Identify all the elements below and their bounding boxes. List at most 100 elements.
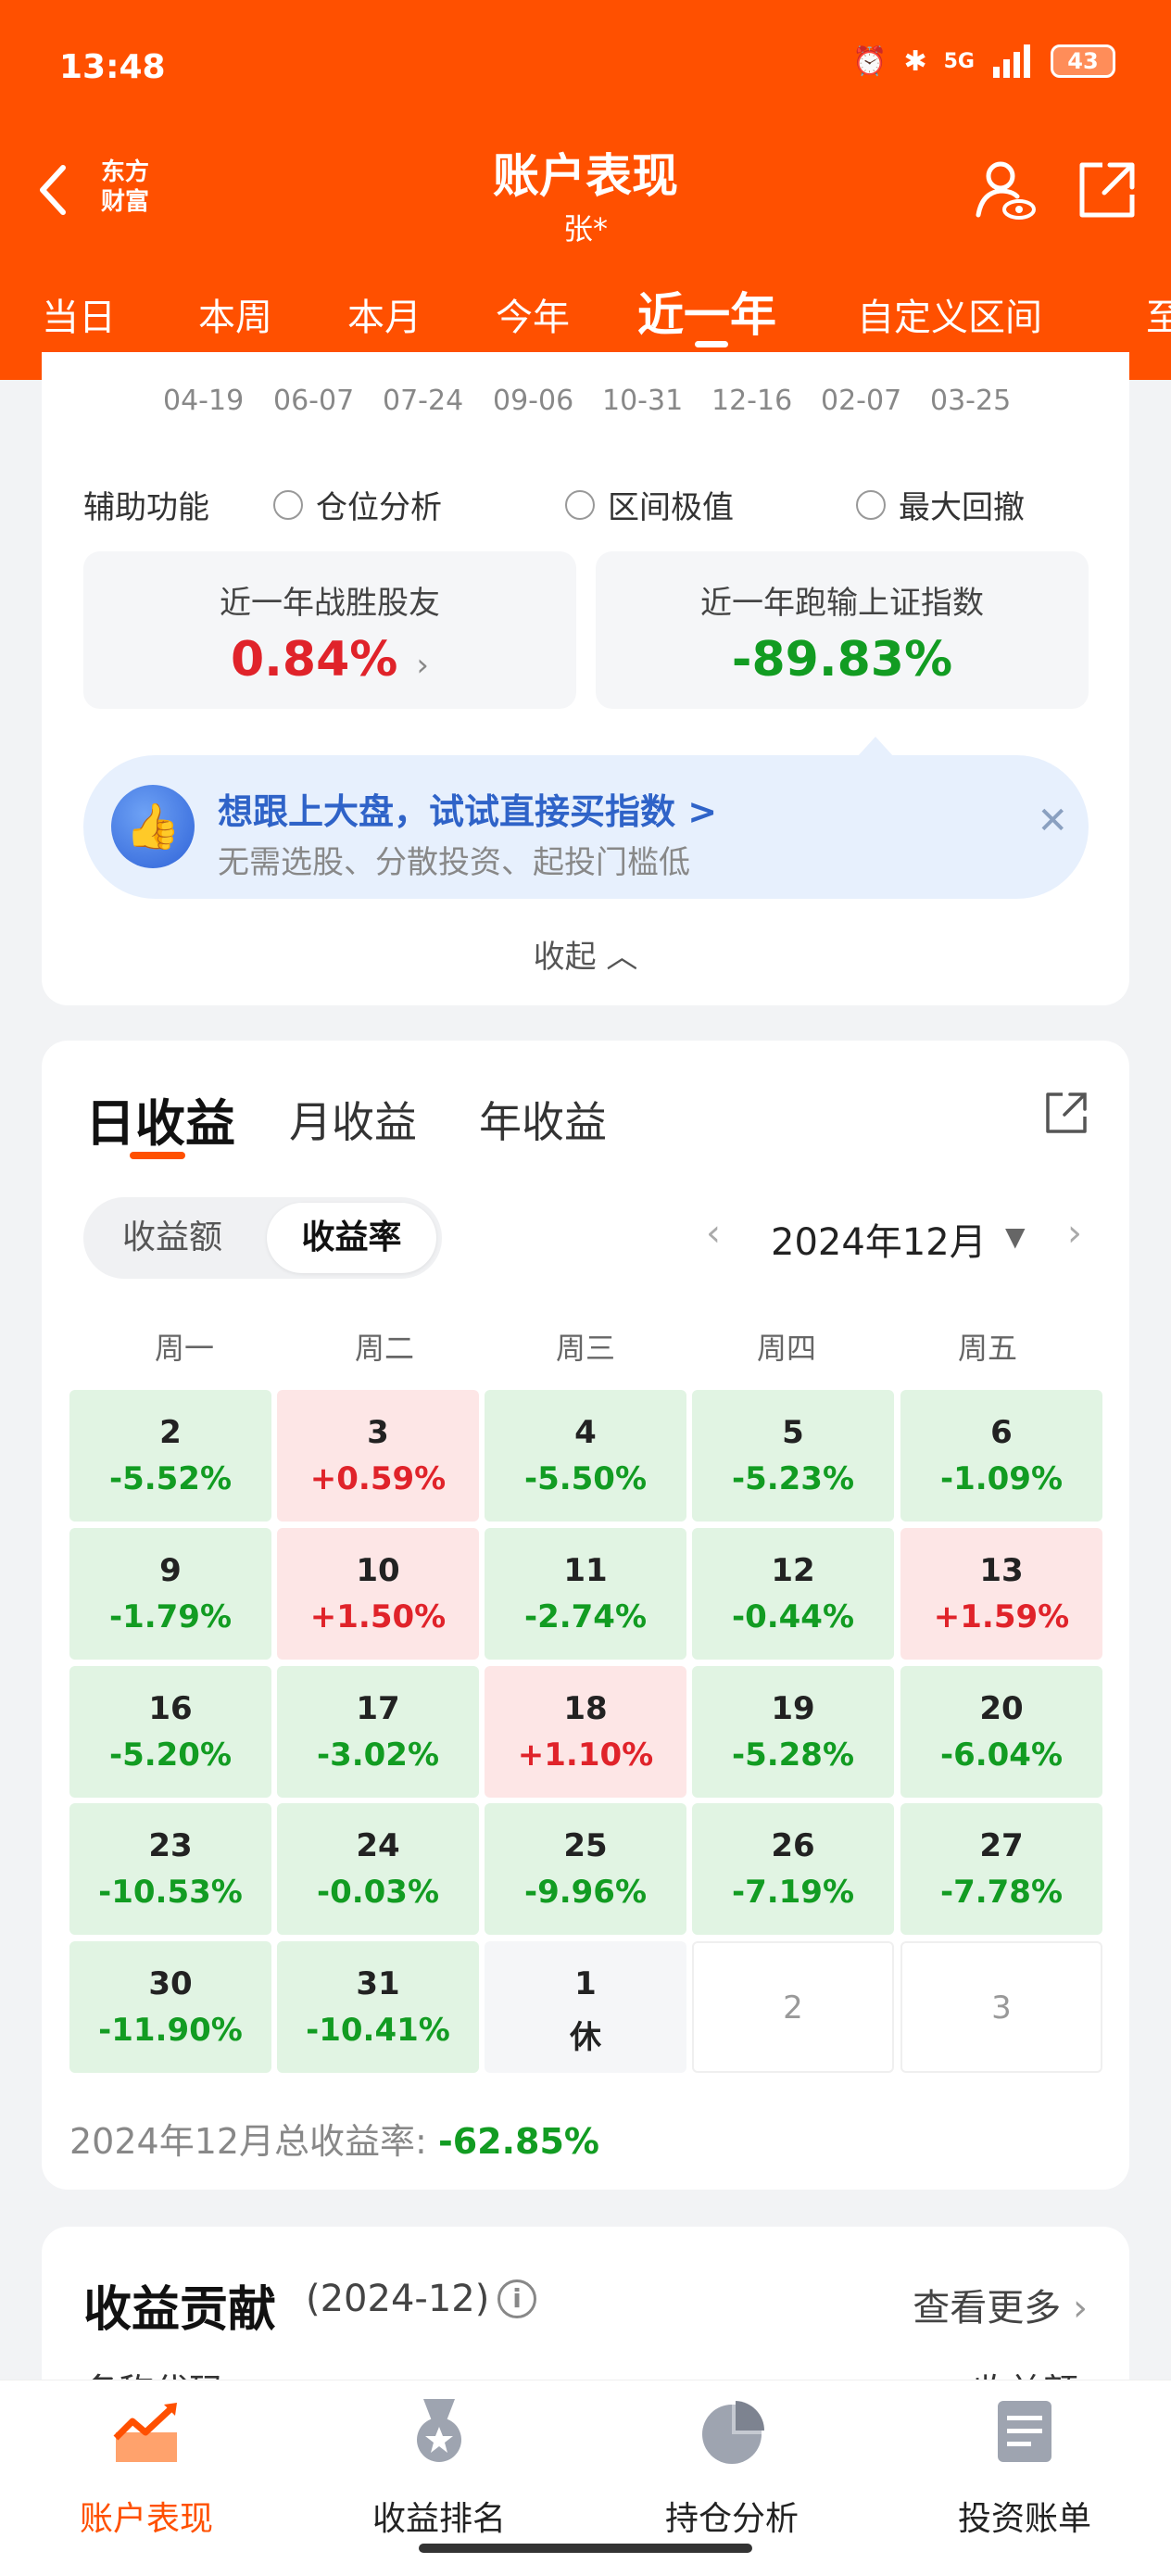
home-indicator[interactable] [419,2544,752,2553]
calendar-day-cell[interactable]: 4 -5.50% [485,1390,686,1522]
tab-daily-returns[interactable]: 日收益 [85,1082,235,1155]
view-more-label: 查看更多 [913,2287,1062,2330]
toggle-amount[interactable]: 收益额 [89,1203,256,1273]
date-tick: 09-06 [493,385,574,417]
calendar-day-cell[interactable]: 2 -5.52% [69,1390,271,1522]
promo-title[interactable]: 想跟上大盘，试试直接买指数 > [218,783,717,834]
network-label: 5G [943,49,975,73]
calendar-day-cell[interactable]: 19 -5.28% [692,1666,894,1798]
calendar-day-number: 2 [159,1414,182,1451]
chevron-right-icon: › [1073,2287,1088,2330]
calendar-day-number: 5 [782,1414,804,1451]
weekday-label: 周五 [957,1331,1017,1366]
index-promo-banner[interactable]: 👍 想跟上大盘，试试直接买指数 > 无需选股、分散投资、起投门槛低 ✕ [83,755,1089,899]
alarm-icon: ⏰ [852,44,888,78]
calendar-day-number: 4 [574,1414,597,1451]
calendar-day-number: 30 [148,1965,193,2002]
share-out-icon[interactable] [1075,158,1140,222]
tab-today[interactable]: 当日 [42,287,116,341]
calendar-day-return: -0.03% [316,1874,440,1911]
month-selector[interactable]: 2024年12月 [771,1212,987,1266]
toggle-rate[interactable]: 收益率 [267,1203,436,1273]
info-icon[interactable]: i [497,2279,536,2318]
prev-month-icon[interactable]: ‹ [706,1212,721,1255]
tab-overflow[interactable]: 至 [1146,287,1171,341]
radio-max-drawdown[interactable]: 最大回撤 [856,482,1025,527]
calendar-day-return: -1.79% [108,1598,233,1635]
view-more-link[interactable]: 查看更多 › [913,2278,1088,2331]
calendar-day-cell[interactable]: 17 -3.02% [277,1666,479,1798]
radio-label: 区间极值 [608,489,734,526]
calendar-day-return: -10.53% [98,1874,243,1911]
tab-month[interactable]: 本月 [347,287,422,341]
nav-label: 持仓分析 [664,2500,799,2538]
beat-peers-value: 0.84% [230,632,398,688]
date-tick: 07-24 [383,385,464,417]
calendar-day-cell[interactable]: 5 -5.23% [692,1390,894,1522]
calendar-day-cell[interactable]: 26 -7.19% [692,1803,894,1935]
vs-index-box: 近一年跑输上证指数 -89.83% [596,551,1089,709]
nav-label: 投资账单 [957,2500,1091,2538]
calendar-day-return: -9.96% [523,1874,648,1911]
calendar-day-return: -5.52% [108,1460,233,1497]
date-tick: 02-07 [821,385,902,417]
calendar-day-number: 24 [356,1827,400,1864]
radio-range-extreme[interactable]: 区间极值 [565,482,734,527]
tab-custom-range[interactable]: 自定义区间 [857,287,1042,341]
next-month-icon[interactable]: › [1067,1212,1082,1255]
tab-ytd[interactable]: 今年 [496,287,570,341]
calendar-day-cell[interactable]: 6 -1.09% [900,1390,1102,1522]
date-tick: 03-25 [930,385,1012,417]
calendar-day-cell[interactable]: 9 -1.79% [69,1528,271,1660]
date-tick: 06-07 [273,385,355,417]
calendar-day-cell[interactable]: 12 -0.44% [692,1528,894,1660]
calendar-day-cell: 2 [692,1941,894,2073]
date-tick: 04-19 [163,385,245,417]
calendar-day-return: -10.41% [306,2012,450,2049]
tab-week[interactable]: 本周 [198,287,272,341]
trend-chart-icon [113,2403,177,2462]
nav-investment-statement[interactable]: 投资账单 [878,2380,1171,2576]
calendar-day-cell[interactable]: 30 -11.90% [69,1941,271,2073]
collapse-button[interactable]: 收起 ︿ [0,931,1171,977]
calendar-day-return: -11.90% [98,2012,243,2049]
calendar-day-cell[interactable]: 23 -10.53% [69,1803,271,1935]
calendar-day-number: 27 [979,1827,1024,1864]
contribution-title: 收益贡献 [83,2282,277,2338]
privacy-eye-icon[interactable] [973,158,1038,222]
tab-last-year[interactable]: 近一年 [637,278,776,345]
share-icon[interactable] [1042,1089,1090,1137]
tab-yearly-returns[interactable]: 年收益 [479,1089,607,1150]
calendar-day-cell[interactable]: 10 +1.50% [277,1528,479,1660]
calendar-day-cell[interactable]: 1休 [485,1941,686,2073]
calendar-day-return: -3.02% [316,1736,440,1774]
calendar-day-number: 26 [771,1827,815,1864]
nav-account-performance[interactable]: 账户表现 [0,2380,293,2576]
month-total-return: 2024年12月总收益率: -62.85% [69,2113,599,2164]
calendar-day-number: 3 [991,1989,1012,2027]
dropdown-caret-icon[interactable]: ▼ [1005,1221,1026,1252]
calendar-day-cell[interactable]: 13 +1.59% [900,1528,1102,1660]
close-icon[interactable]: ✕ [1037,800,1068,842]
radio-position-analysis[interactable]: 仓位分析 [273,482,442,527]
calendar-day-number: 3 [367,1414,389,1451]
calendar-day-cell[interactable]: 18 +1.10% [485,1666,686,1798]
calendar-day-number: 11 [563,1552,608,1589]
calendar-day-cell[interactable]: 20 -6.04% [900,1666,1102,1798]
amount-rate-toggle: 收益额 收益率 [83,1197,442,1279]
beat-peers-box[interactable]: 近一年战胜股友 0.84% › [83,551,576,709]
calendar-day-cell[interactable]: 11 -2.74% [485,1528,686,1660]
calendar-day-number: 31 [356,1965,400,2002]
tab-monthly-returns[interactable]: 月收益 [289,1089,417,1150]
radio-circle-icon [273,489,303,520]
calendar-day-return: -1.09% [939,1460,1064,1497]
calendar-day-cell[interactable]: 16 -5.20% [69,1666,271,1798]
calendar-day-cell[interactable]: 31 -10.41% [277,1941,479,2073]
calendar-day-cell[interactable]: 25 -9.96% [485,1803,686,1935]
calendar-day-cell[interactable]: 24 -0.03% [277,1803,479,1935]
calendar-day-return: -5.50% [523,1460,648,1497]
calendar-day-cell[interactable]: 27 -7.78% [900,1803,1102,1935]
calendar-day-cell[interactable]: 3 +0.59% [277,1390,479,1522]
weekday-label: 周一 [154,1331,214,1366]
calendar-day-number: 17 [356,1690,400,1727]
